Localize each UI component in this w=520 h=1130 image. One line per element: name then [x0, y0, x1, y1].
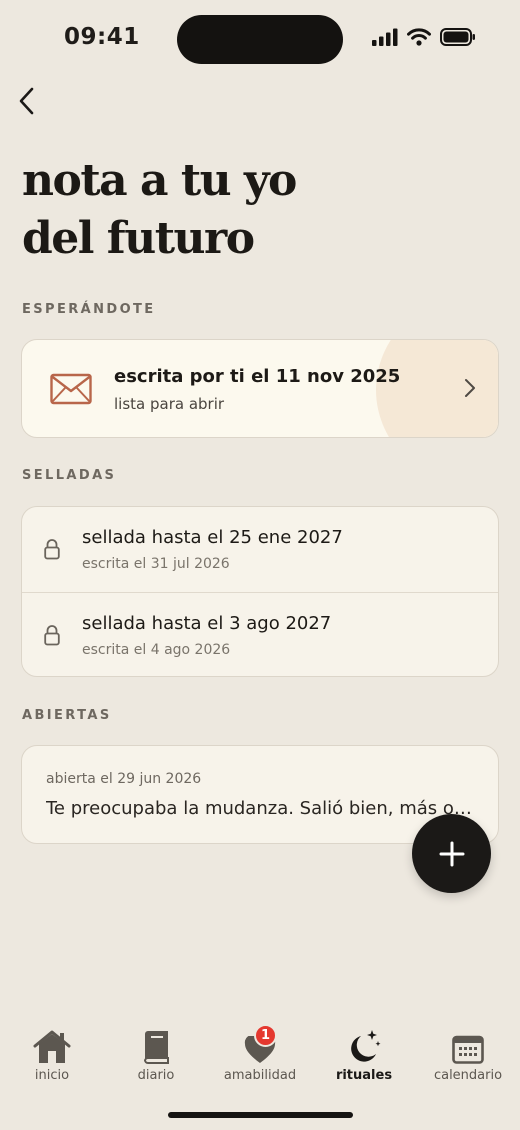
chevron-right-icon [465, 379, 475, 397]
page-title-line1: nota a tu yo [22, 155, 297, 206]
battery-icon [440, 28, 475, 46]
lock-icon [44, 539, 60, 560]
wifi-icon [407, 28, 431, 46]
sealed-note-subtitle: escrita el 4 ago 2026 [82, 642, 231, 658]
card-glow [376, 340, 498, 437]
tab-amabilidad[interactable]: 1 amabilidad [208, 1020, 312, 1083]
back-button[interactable] [10, 84, 44, 118]
sealed-note-subtitle: escrita el 31 jul 2026 [82, 556, 230, 572]
tab-label: diario [137, 1068, 175, 1083]
tab-label: calendario [433, 1068, 503, 1083]
sealed-note-title: sellada hasta el 3 ago 2027 [82, 613, 332, 634]
tab-bar: inicio diario 1 amabilidad rituales cale… [0, 1020, 520, 1100]
tab-label: inicio [34, 1068, 70, 1083]
page-title-line2: del futuro [22, 213, 255, 264]
envelope-icon [50, 373, 92, 405]
moon-stars-icon [351, 1030, 381, 1062]
status-time: 09:41 [64, 24, 140, 50]
tab-rituales[interactable]: rituales [312, 1020, 416, 1083]
add-note-button[interactable] [412, 814, 491, 893]
opened-note-date: abierta el 29 jun 2026 [46, 771, 202, 787]
calendar-icon [452, 1035, 484, 1064]
opened-note-preview: Te preocupaba la mudanza. Salió bien, má… [46, 798, 476, 819]
book-icon [144, 1031, 169, 1064]
sealed-note-title: sellada hasta el 25 ene 2027 [82, 527, 343, 548]
section-label-opened: ABIERTAS [22, 708, 112, 723]
lock-icon [44, 625, 60, 646]
waiting-note-subtitle: lista para abrir [114, 395, 225, 413]
section-label-sealed: SELLADAS [22, 468, 117, 483]
tab-diario[interactable]: diario [104, 1020, 208, 1083]
section-label-waiting: ESPERÁNDOTE [22, 302, 156, 317]
notification-badge: 1 [254, 1024, 277, 1047]
home-indicator[interactable] [168, 1112, 353, 1118]
plus-icon [439, 841, 464, 866]
tab-label: rituales [335, 1068, 393, 1083]
page-title: nota a tu yo del futuro [22, 152, 482, 268]
waiting-note-title: escrita por ti el 11 nov 2025 [114, 366, 401, 387]
tab-inicio[interactable]: inicio [0, 1020, 104, 1083]
status-bar: 09:41 [0, 0, 520, 78]
dynamic-island [177, 15, 343, 64]
sealed-notes-list: sellada hasta el 25 ene 2027 escrita el … [21, 506, 499, 677]
sealed-note-row[interactable]: sellada hasta el 3 ago 2027 escrita el 4… [22, 592, 498, 676]
waiting-note-card[interactable]: escrita por ti el 11 nov 2025 lista para… [21, 339, 499, 438]
tab-calendario[interactable]: calendario [416, 1020, 520, 1083]
status-icons [372, 28, 476, 46]
house-icon [33, 1030, 71, 1063]
sealed-note-row[interactable]: sellada hasta el 25 ene 2027 escrita el … [22, 507, 498, 592]
tab-label: amabilidad [223, 1068, 297, 1083]
chevron-left-icon [19, 87, 34, 115]
cellular-signal-icon [372, 28, 398, 46]
